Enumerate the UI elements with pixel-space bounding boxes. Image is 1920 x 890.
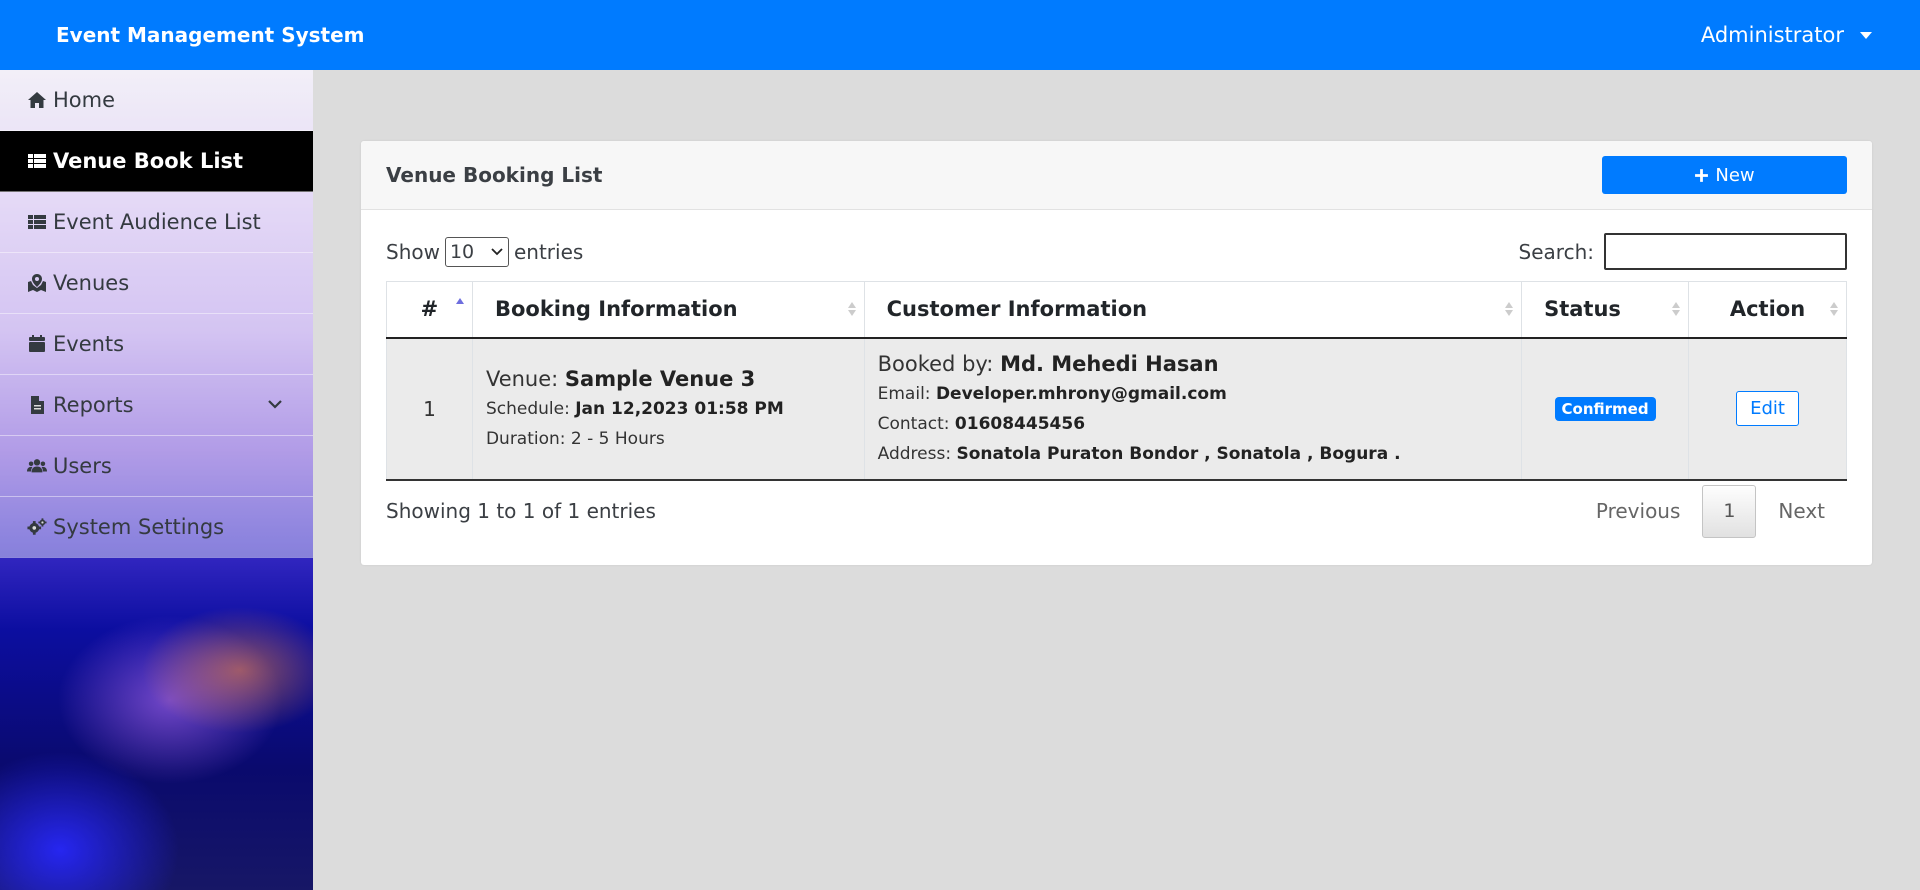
column-header-customer-information[interactable]: Customer Information: [863, 281, 1523, 339]
column-header-action[interactable]: Action: [1688, 281, 1847, 339]
search-label: Search:: [1518, 239, 1594, 264]
row-number: 1: [386, 337, 473, 481]
app-brand[interactable]: Event Management System: [56, 23, 365, 47]
booked-by-line: Booked by: Md. Mehedi Hasan: [877, 351, 1219, 376]
sidebar-item-events[interactable]: Events: [0, 314, 313, 375]
table-row: 1 Venue: Sample Venue 3 Schedule: Jan 12…: [386, 337, 1847, 481]
file-icon: [26, 394, 48, 416]
sidebar: Home Venue Book List Event Audience List…: [0, 70, 313, 890]
entries-info: Showing 1 to 1 of 1 entries: [386, 499, 656, 523]
sidebar-item-home[interactable]: Home: [0, 70, 313, 131]
table-controls: Show 10 entries Search:: [386, 233, 1847, 270]
booking-table: # Booking Information Customer Informati…: [386, 281, 1847, 481]
column-header-number[interactable]: #: [386, 281, 473, 339]
contact-line: Contact: 01608445456: [877, 413, 1086, 434]
venue-name: Sample Venue 3: [564, 366, 756, 391]
sort-icon: [1505, 301, 1514, 317]
venue-line: Venue: Sample Venue 3: [485, 366, 756, 391]
panel-title: Venue Booking List: [386, 163, 603, 187]
address-line: Address: Sonatola Puraton Bondor , Sonat…: [877, 443, 1401, 464]
table-icon: [26, 150, 48, 172]
sidebar-item-venues[interactable]: Venues: [0, 253, 313, 314]
column-header-booking-information[interactable]: Booking Information: [471, 281, 865, 339]
customer-email: Developer.mhrony@gmail.com: [935, 383, 1227, 404]
sidebar-item-users[interactable]: Users: [0, 436, 313, 497]
sort-icon: [847, 301, 856, 317]
booking-information-cell: Venue: Sample Venue 3 Schedule: Jan 12,2…: [471, 337, 865, 481]
next-button[interactable]: Next: [1756, 499, 1847, 523]
customer-name: Md. Mehedi Hasan: [1000, 351, 1219, 376]
schedule-line: Schedule: Jan 12,2023 01:58 PM: [485, 398, 784, 419]
email-line: Email: Developer.mhrony@gmail.com: [877, 383, 1227, 404]
map-marked-icon: [26, 272, 48, 294]
calendar-icon: [26, 333, 48, 355]
sidebar-item-label: Venues: [53, 271, 130, 295]
chevron-down-icon: [491, 247, 503, 255]
entries-value: 10: [449, 240, 475, 263]
plus-icon: [1695, 168, 1709, 182]
search-control: Search:: [1519, 233, 1847, 270]
sidebar-item-venue-book-list[interactable]: Venue Book List: [0, 131, 313, 192]
search-input[interactable]: [1604, 233, 1847, 270]
caret-down-icon: [1860, 31, 1872, 39]
sort-icon: [1830, 301, 1838, 317]
sidebar-item-label: Venue Book List: [53, 149, 244, 173]
sidebar-item-label: Users: [53, 454, 112, 478]
customer-contact: 01608445456: [954, 413, 1086, 434]
user-menu[interactable]: Administrator: [1701, 23, 1872, 47]
sidebar-item-label: Event Audience List: [53, 210, 261, 234]
user-name: Administrator: [1700, 23, 1844, 47]
status-cell: Confirmed: [1521, 337, 1690, 481]
edit-button[interactable]: Edit: [1736, 391, 1799, 426]
sidebar-item-system-settings[interactable]: System Settings: [0, 497, 313, 558]
table-footer: Showing 1 to 1 of 1 entries Previous 1 N…: [386, 484, 1847, 538]
action-cell: Edit: [1688, 337, 1847, 481]
status-badge: Confirmed: [1554, 396, 1656, 421]
sidebar-item-event-audience-list[interactable]: Event Audience List: [0, 192, 313, 253]
top-navbar: Event Management System Administrator: [0, 0, 1920, 70]
new-button-label: New: [1715, 164, 1755, 186]
show-label: Show: [386, 239, 440, 264]
customer-address: Sonatola Puraton Bondor , Sonatola , Bog…: [956, 443, 1401, 464]
schedule-value: Jan 12,2023 01:58 PM: [575, 398, 784, 419]
sidebar-item-label: Home: [53, 88, 116, 112]
table-icon: [26, 211, 48, 233]
entries-select[interactable]: 10: [444, 236, 509, 267]
table-header-row: # Booking Information Customer Informati…: [386, 281, 1847, 339]
sort-icon: [1672, 301, 1681, 317]
sort-asc-icon: [455, 297, 464, 313]
entries-control: Show 10 entries: [386, 236, 584, 267]
customer-information-cell: Booked by: Md. Mehedi Hasan Email: Devel…: [863, 337, 1523, 481]
home-icon: [26, 89, 48, 111]
duration-line: Duration: 2 - 5 Hours: [485, 428, 665, 449]
panel-body: Show 10 entries Search: # Booking Inform…: [361, 210, 1872, 538]
venue-booking-panel: Venue Booking List New Show 10 entries S…: [361, 141, 1872, 565]
previous-button[interactable]: Previous: [1574, 499, 1703, 523]
pagination: Previous 1 Next: [1574, 484, 1847, 538]
sidebar-item-reports[interactable]: Reports: [0, 375, 313, 436]
panel-header: Venue Booking List New: [361, 141, 1872, 210]
sidebar-item-label: System Settings: [53, 515, 225, 539]
sidebar-item-label: Reports: [53, 393, 134, 417]
users-icon: [26, 455, 48, 477]
page-button-current[interactable]: 1: [1702, 484, 1757, 538]
cogs-icon: [26, 516, 48, 538]
column-header-status[interactable]: Status: [1521, 281, 1690, 339]
entries-label: entries: [513, 239, 584, 264]
new-button[interactable]: New: [1602, 156, 1847, 194]
chevron-down-icon: [267, 393, 283, 417]
sidebar-item-label: Events: [53, 332, 125, 356]
